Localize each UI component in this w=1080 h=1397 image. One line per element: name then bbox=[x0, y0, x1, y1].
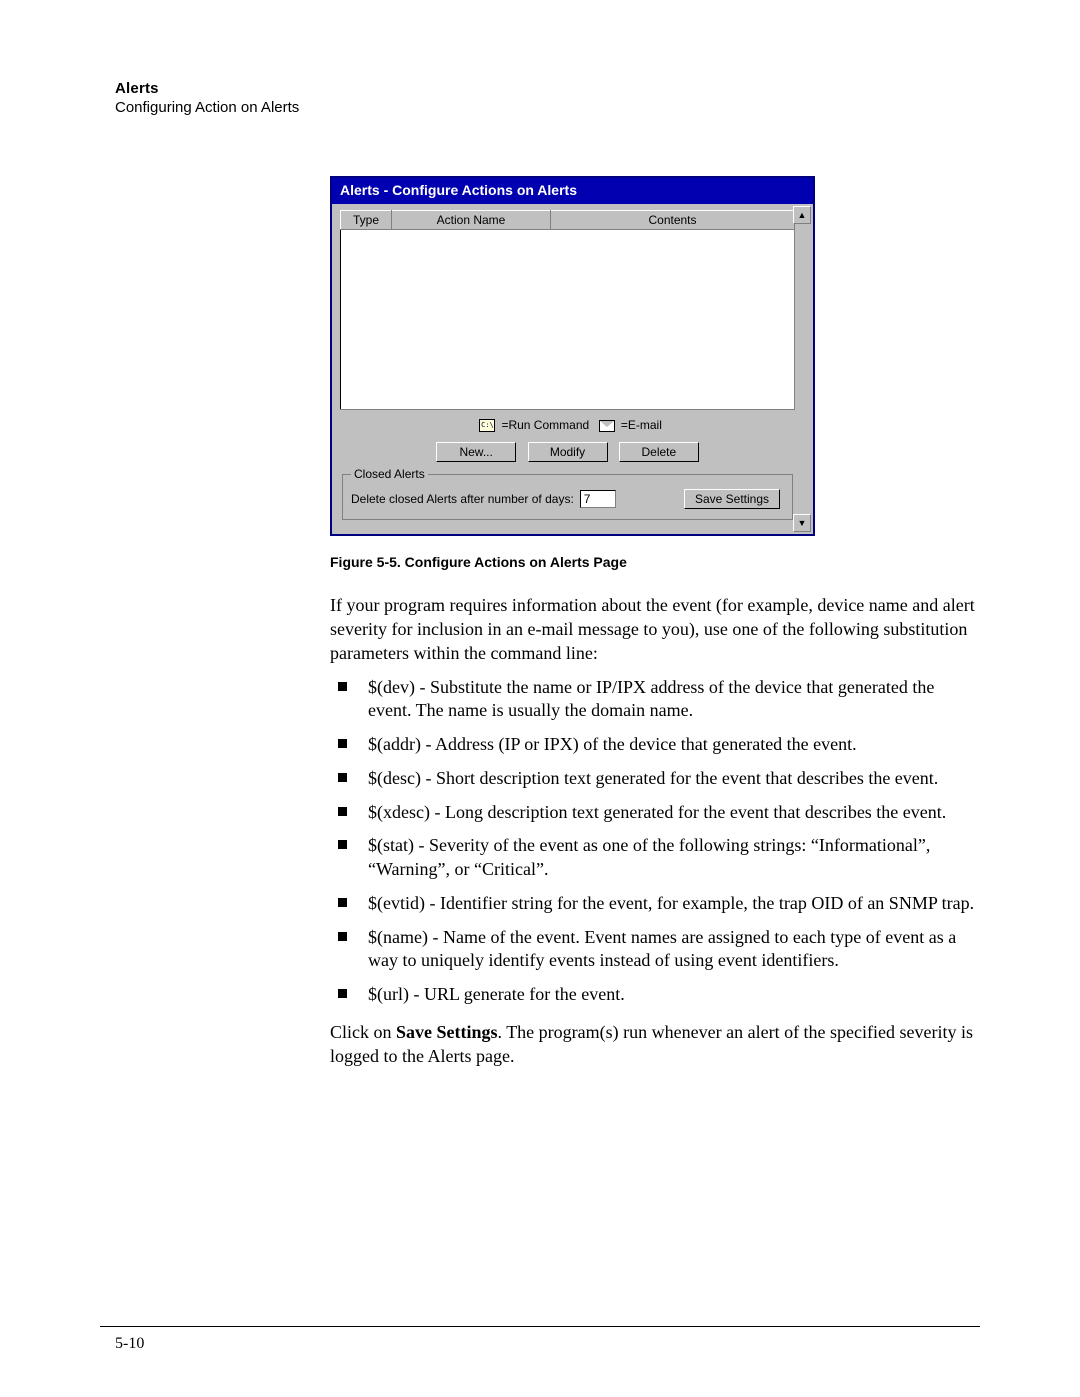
closing-paragraph: Click on Save Settings. The program(s) r… bbox=[330, 1021, 980, 1069]
actions-table: Type Action Name Contents bbox=[340, 210, 795, 410]
closing-bold: Save Settings bbox=[396, 1022, 498, 1042]
list-item: $(addr) - Address (IP or IPX) of the dev… bbox=[330, 733, 980, 757]
modify-button[interactable]: Modify bbox=[528, 442, 608, 462]
col-type[interactable]: Type bbox=[341, 211, 392, 230]
new-button[interactable]: New... bbox=[436, 442, 516, 462]
delete-days-input[interactable] bbox=[580, 490, 616, 508]
list-item: $(url) - URL generate for the event. bbox=[330, 983, 980, 1007]
page-number: 5-10 bbox=[115, 1335, 144, 1353]
list-item: $(stat) - Severity of the event as one o… bbox=[330, 834, 980, 882]
closing-prefix: Click on bbox=[330, 1022, 396, 1042]
closed-alerts-legend: Closed Alerts bbox=[351, 467, 428, 481]
run-command-icon bbox=[479, 419, 495, 432]
footer-rule bbox=[100, 1326, 980, 1327]
list-item: $(evtid) - Identifier string for the eve… bbox=[330, 892, 980, 916]
col-action-name[interactable]: Action Name bbox=[392, 211, 551, 230]
header-title: Alerts bbox=[115, 80, 980, 97]
email-icon bbox=[599, 420, 615, 432]
scroll-up-button[interactable]: ▲ bbox=[793, 206, 811, 224]
delete-button[interactable]: Delete bbox=[619, 442, 699, 462]
substitution-param-list: $(dev) - Substitute the name or IP/IPX a… bbox=[330, 676, 980, 1007]
list-item: $(desc) - Short description text generat… bbox=[330, 767, 980, 791]
header-subtitle: Configuring Action on Alerts bbox=[115, 99, 980, 116]
save-settings-button[interactable]: Save Settings bbox=[684, 489, 780, 509]
delete-days-label: Delete closed Alerts after number of day… bbox=[351, 492, 574, 506]
alerts-config-window: Alerts - Configure Actions on Alerts ▲ ▼… bbox=[330, 176, 815, 536]
legend-run-command: =Run Command bbox=[501, 418, 589, 432]
window-titlebar: Alerts - Configure Actions on Alerts bbox=[332, 178, 813, 204]
figure-caption: Figure 5-5. Configure Actions on Alerts … bbox=[330, 554, 815, 570]
table-body-empty[interactable] bbox=[341, 230, 795, 410]
scroll-down-button[interactable]: ▼ bbox=[793, 514, 811, 532]
list-item: $(dev) - Substitute the name or IP/IPX a… bbox=[330, 676, 980, 724]
list-item: $(name) - Name of the event. Event names… bbox=[330, 926, 980, 974]
closed-alerts-group: Closed Alerts Delete closed Alerts after… bbox=[342, 474, 793, 520]
icon-legend: =Run Command =E-mail bbox=[340, 418, 795, 432]
page-header: Alerts Configuring Action on Alerts bbox=[115, 80, 980, 116]
col-contents[interactable]: Contents bbox=[551, 211, 795, 230]
list-item: $(xdesc) - Long description text generat… bbox=[330, 801, 980, 825]
intro-paragraph: If your program requires information abo… bbox=[330, 594, 980, 665]
legend-email: =E-mail bbox=[621, 418, 662, 432]
